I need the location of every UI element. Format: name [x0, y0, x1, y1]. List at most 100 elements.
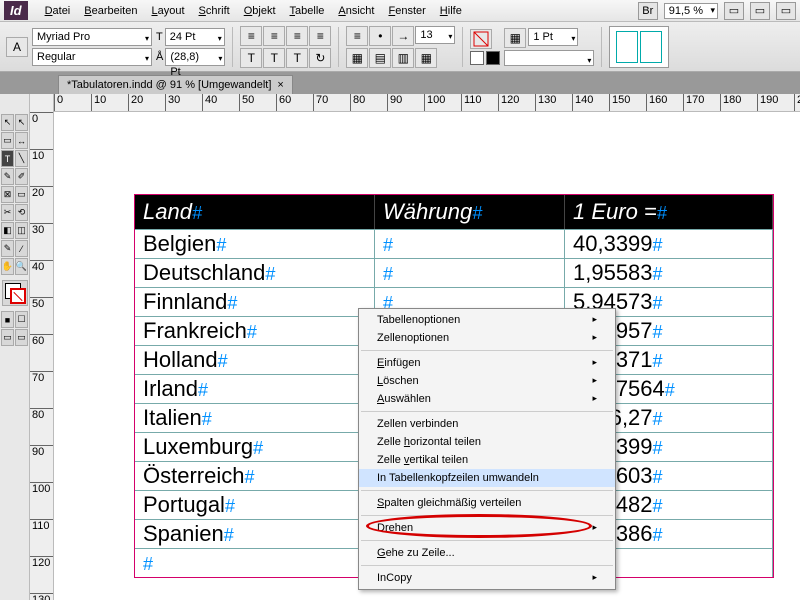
ctx-item[interactable]: In Tabellenkopfzeilen umwandeln: [359, 469, 615, 487]
rect-tool[interactable]: ▭: [15, 186, 28, 203]
indent-icon[interactable]: →: [392, 26, 414, 46]
ctx-item[interactable]: Spalten gleichmäßig verteilen: [359, 494, 615, 512]
menu-layout[interactable]: Layout: [144, 5, 191, 17]
align-left-icon[interactable]: ≡: [240, 26, 262, 46]
table-cell[interactable]: Belgien#: [135, 230, 375, 258]
stroke-swatch[interactable]: [486, 51, 500, 65]
eyedropper-tool[interactable]: ⁄: [15, 240, 28, 257]
table-cell[interactable]: Holland#: [135, 346, 375, 374]
ctx-item[interactable]: Zelle vertikal teilen: [359, 451, 615, 469]
table-cell[interactable]: 1,95583#: [565, 259, 773, 287]
apply-none[interactable]: ☐: [15, 311, 28, 328]
font-dropdown[interactable]: Myriad Pro: [32, 28, 152, 46]
gradient-tool[interactable]: ◧: [1, 222, 14, 239]
table-cell[interactable]: Luxemburg#: [135, 433, 375, 461]
char-panel-icon[interactable]: A: [6, 37, 28, 57]
fill-stroke-proxy[interactable]: [2, 280, 28, 306]
table-cell[interactable]: #: [375, 259, 565, 287]
fill-swatch[interactable]: [470, 51, 484, 65]
weight-dropdown[interactable]: Regular: [32, 48, 152, 66]
valign-bot-icon[interactable]: T: [286, 48, 308, 68]
gap-tool[interactable]: ↔: [15, 132, 28, 149]
table-cell[interactable]: Portugal#: [135, 491, 375, 519]
mode-preview[interactable]: ▭: [15, 329, 28, 346]
bullet-icon[interactable]: •: [369, 26, 391, 46]
table-row[interactable]: Deutschland##1,95583#: [135, 258, 773, 287]
align-justify-icon[interactable]: ≡: [309, 26, 331, 46]
ctx-item[interactable]: Löschen▸: [359, 372, 615, 390]
selection-tool[interactable]: ↖: [1, 114, 14, 131]
scissors-tool[interactable]: ✂: [1, 204, 14, 221]
merge-icon[interactable]: ▦: [346, 48, 368, 68]
mode-normal[interactable]: ▭: [1, 329, 14, 346]
transform-tool[interactable]: ⟲: [15, 204, 28, 221]
split-h-icon[interactable]: ▤: [369, 48, 391, 68]
apply-color[interactable]: ■: [1, 311, 14, 328]
ctx-item[interactable]: Auswählen▸: [359, 390, 615, 408]
bridge-icon[interactable]: Br: [638, 2, 658, 20]
ctx-item[interactable]: Zellenoptionen▸: [359, 329, 615, 347]
swatch-tool[interactable]: ◫: [15, 222, 28, 239]
zoom-tool[interactable]: 🔍: [15, 258, 28, 275]
valign-top-icon[interactable]: T: [240, 48, 262, 68]
note-tool[interactable]: ✎: [1, 240, 14, 257]
table-cell[interactable]: Finnland#: [135, 288, 375, 316]
table-icon[interactable]: ▦: [415, 48, 437, 68]
ctx-item[interactable]: Drehen▸: [359, 519, 615, 537]
header-cell[interactable]: Land#: [135, 195, 375, 229]
cols-input[interactable]: 13: [415, 26, 455, 44]
valign-mid-icon[interactable]: T: [263, 48, 285, 68]
view-mode-icon[interactable]: ▭: [724, 2, 744, 20]
ctx-item[interactable]: Tabellenoptionen▸: [359, 311, 615, 329]
leading-dropdown[interactable]: (28,8) Pt: [165, 48, 225, 66]
table-cell[interactable]: Italien#: [135, 404, 375, 432]
menu-hilfe[interactable]: Hilfe: [433, 5, 469, 17]
ctx-item[interactable]: InCopy▸: [359, 569, 615, 587]
split-v-icon[interactable]: ▥: [392, 48, 414, 68]
menu-ansicht[interactable]: Ansicht: [331, 5, 381, 17]
table-cell[interactable]: Spanien#: [135, 520, 375, 548]
ctx-item[interactable]: Zellen verbinden: [359, 415, 615, 433]
header-cell[interactable]: Währung#: [375, 195, 565, 229]
frame-tool[interactable]: ⊠: [1, 186, 14, 203]
table-cell[interactable]: Österreich#: [135, 462, 375, 490]
header-cell[interactable]: 1 Euro =#: [565, 195, 773, 229]
arrange-icon[interactable]: ▭: [776, 2, 796, 20]
table-cell[interactable]: 40,3399#: [565, 230, 773, 258]
size-dropdown[interactable]: 24 Pt: [165, 28, 225, 46]
table-cell[interactable]: Deutschland#: [135, 259, 375, 287]
list-icon[interactable]: ≡: [346, 26, 368, 46]
line-tool[interactable]: ╲: [15, 150, 28, 167]
menu-datei[interactable]: Datei: [38, 5, 78, 17]
zoom-dropdown[interactable]: 91,5 %: [664, 3, 718, 19]
hand-tool[interactable]: ✋: [1, 258, 14, 275]
table-cell[interactable]: Irland#: [135, 375, 375, 403]
close-icon[interactable]: ×: [277, 79, 283, 91]
menu-fenster[interactable]: Fenster: [381, 5, 432, 17]
page-preset[interactable]: [609, 26, 669, 68]
screen-mode-icon[interactable]: ▭: [750, 2, 770, 20]
ctx-item[interactable]: Gehe zu Zeile...: [359, 544, 615, 562]
stroke-proxy-icon[interactable]: [470, 29, 492, 49]
rotate-icon[interactable]: ↻: [309, 48, 331, 68]
pencil-tool[interactable]: ✐: [15, 168, 28, 185]
table-cell[interactable]: #: [375, 230, 565, 258]
align-center-icon[interactable]: ≡: [263, 26, 285, 46]
stroke-style[interactable]: [504, 50, 594, 66]
table-cell[interactable]: #: [135, 549, 375, 577]
ctx-item[interactable]: Zelle horizontal teilen: [359, 433, 615, 451]
stroke-weight[interactable]: 1 Pt: [528, 28, 578, 46]
align-right-icon[interactable]: ≡: [286, 26, 308, 46]
ctx-item[interactable]: Einfügen▸: [359, 354, 615, 372]
table-row[interactable]: Belgien##40,3399#: [135, 229, 773, 258]
direct-tool[interactable]: ↖: [15, 114, 28, 131]
pen-tool[interactable]: ✎: [1, 168, 14, 185]
table-cell[interactable]: Frankreich#: [135, 317, 375, 345]
page-tool[interactable]: ▭: [1, 132, 14, 149]
menu-tabelle[interactable]: Tabelle: [283, 5, 332, 17]
menu-bearbeiten[interactable]: Bearbeiten: [77, 5, 144, 17]
type-tool[interactable]: T: [1, 150, 14, 167]
cell-stroke-icon[interactable]: ▦: [504, 28, 526, 48]
menu-schrift[interactable]: Schrift: [192, 5, 237, 17]
menu-objekt[interactable]: Objekt: [237, 5, 283, 17]
